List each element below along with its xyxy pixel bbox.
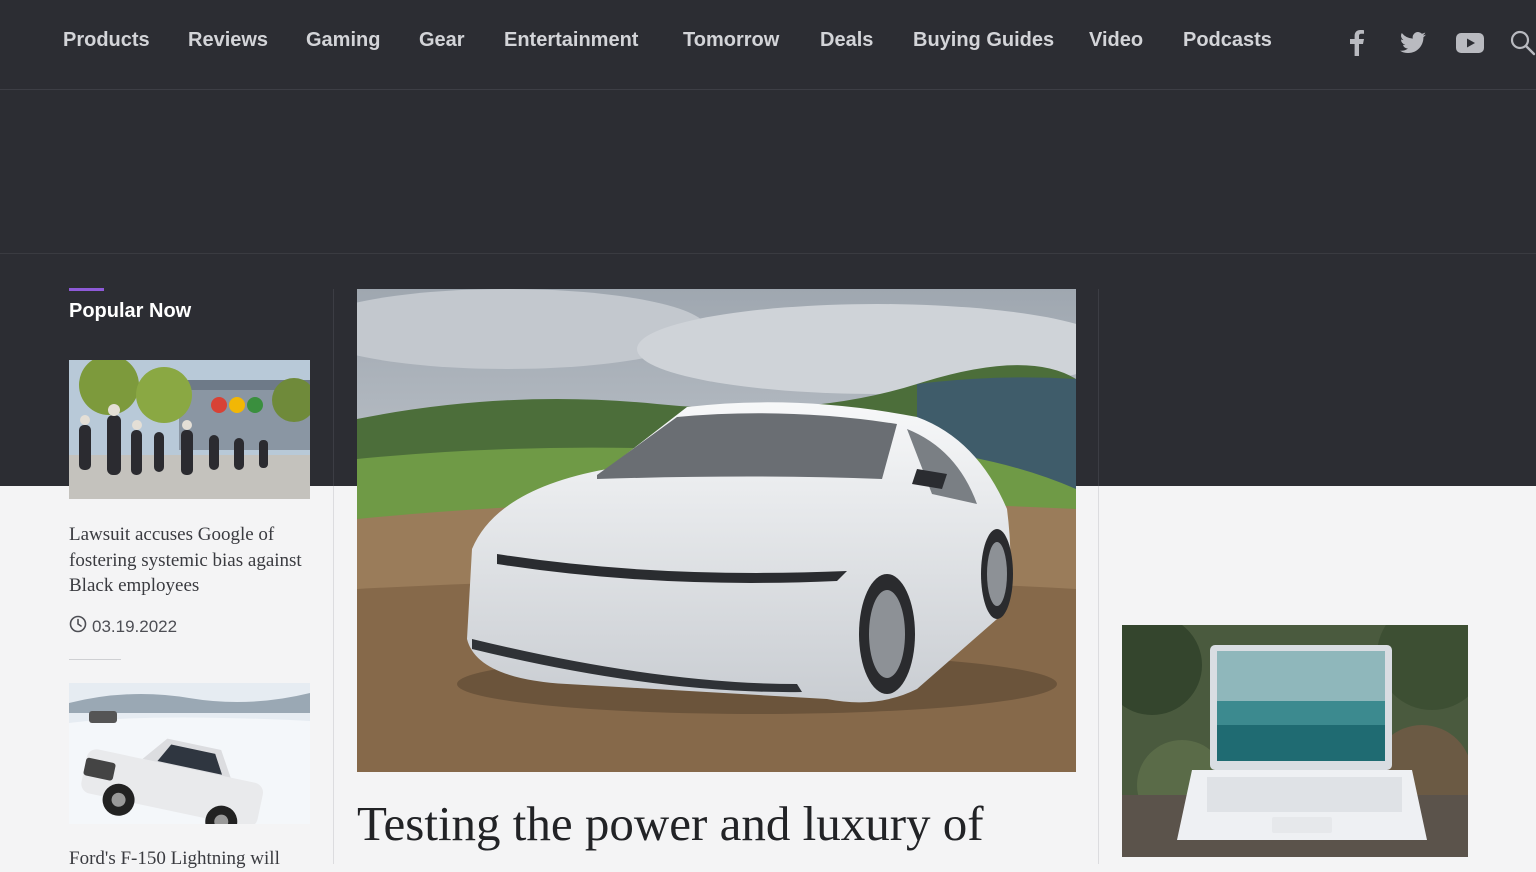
column-divider [1098, 486, 1099, 864]
twitter-icon[interactable] [1398, 28, 1428, 58]
popular-now-title: Popular Now [69, 300, 192, 322]
laptop-article-image[interactable] [1122, 625, 1468, 857]
column-divider [333, 486, 334, 864]
hero-image[interactable] [357, 289, 1076, 772]
item-separator [69, 659, 121, 660]
nav-buying-guides[interactable]: Buying Guides [913, 29, 1054, 52]
nav-entertainment[interactable]: Entertainment [504, 29, 638, 52]
nav-video[interactable]: Video [1089, 29, 1143, 52]
nav-gaming[interactable]: Gaming [306, 29, 380, 52]
google-campus-thumbnail[interactable] [69, 360, 310, 499]
hero-headline[interactable]: Testing the power and luxury of [357, 794, 1097, 854]
nav-products[interactable]: Products [63, 29, 150, 52]
top-navigation: Products Reviews Gaming Gear Entertainme… [0, 0, 1536, 90]
popular-item-headline[interactable]: Lawsuit accuses Google of fostering syst… [69, 522, 314, 599]
youtube-icon[interactable] [1455, 28, 1485, 58]
date-text: 03.19.2022 [92, 616, 178, 636]
column-divider [1098, 289, 1099, 486]
ad-area-divider [0, 253, 1536, 254]
nav-gear[interactable]: Gear [419, 29, 465, 52]
nav-deals[interactable]: Deals [820, 29, 873, 52]
facebook-icon[interactable] [1342, 28, 1372, 58]
nav-tomorrow[interactable]: Tomorrow [683, 29, 779, 52]
nav-podcasts[interactable]: Podcasts [1183, 29, 1272, 52]
popular-item-date: 03.19.2022 [69, 615, 177, 638]
clock-icon [69, 615, 87, 638]
search-icon[interactable] [1508, 28, 1536, 58]
nav-reviews[interactable]: Reviews [188, 29, 268, 52]
popular-item-headline[interactable]: Ford's F-150 Lightning will [69, 846, 314, 872]
column-divider [333, 289, 334, 486]
ford-truck-thumbnail[interactable] [69, 683, 310, 824]
section-accent-bar [69, 288, 104, 291]
